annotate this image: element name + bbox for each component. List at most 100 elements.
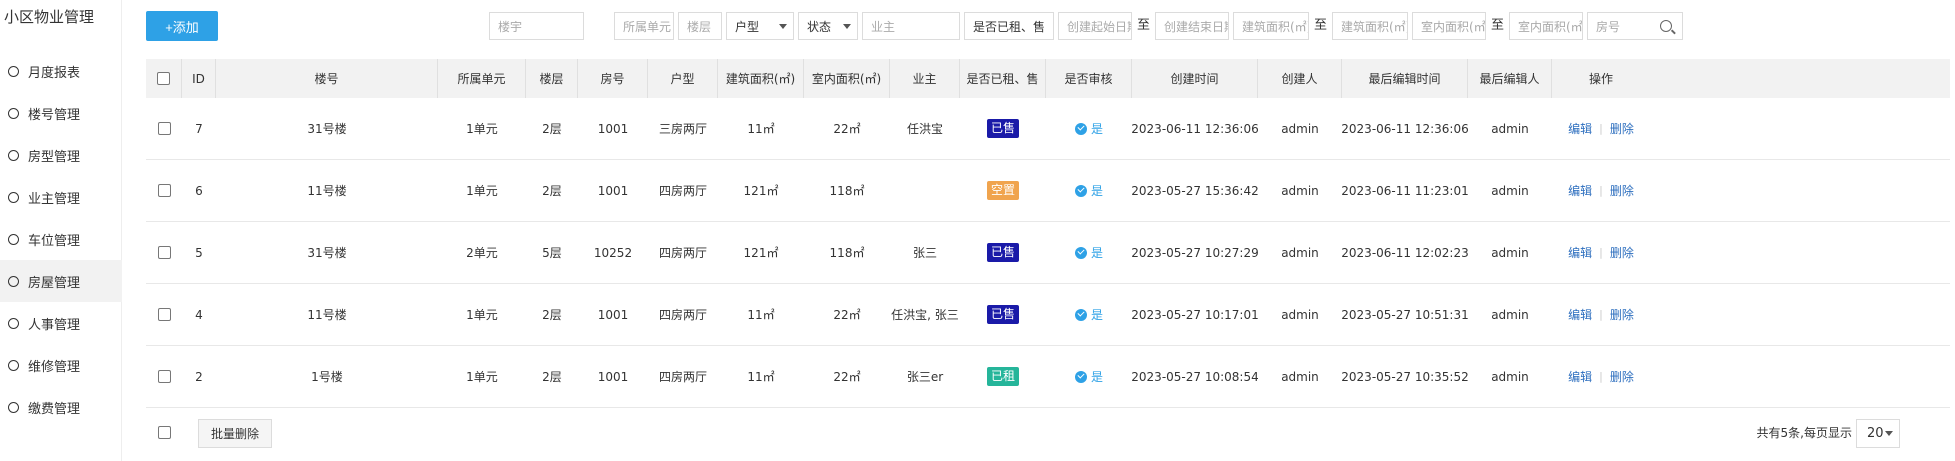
cell-creator: admin bbox=[1258, 160, 1342, 221]
main-content: +添加 楼宇 所属单元 楼层 户型 状态 业主 是否已租、售 创建起始日期 至 … bbox=[122, 0, 1955, 461]
cell-unit-text: 2单元 bbox=[466, 246, 498, 260]
row-select-cell bbox=[146, 346, 182, 407]
row-checkbox[interactable] bbox=[157, 184, 171, 197]
sidebar-item-house-type[interactable]: 房型管理 bbox=[0, 134, 122, 176]
cell-inner-area: 22㎡ bbox=[804, 284, 890, 345]
batch-delete-button[interactable]: 批量删除 bbox=[198, 419, 273, 448]
cell-type: 四房两厅 bbox=[648, 346, 718, 407]
sidebar-item-repair[interactable]: 维修管理 bbox=[0, 344, 122, 386]
action-separator: | bbox=[1599, 184, 1603, 197]
cell-room: 1001 bbox=[578, 284, 648, 345]
sidebar-item-label: 维修管理 bbox=[28, 359, 81, 375]
delete-link[interactable]: 删除 bbox=[1610, 182, 1634, 199]
rent-sale-select[interactable]: 是否已租、售 bbox=[964, 12, 1054, 40]
cell-actions: 编辑 | 删除 bbox=[1552, 346, 1650, 407]
row-checkbox[interactable] bbox=[157, 246, 171, 259]
action-separator: | bbox=[1599, 308, 1603, 321]
cell-creator: admin bbox=[1258, 284, 1342, 345]
cell-actions: 编辑 | 删除 bbox=[1552, 222, 1650, 283]
row-checkbox[interactable] bbox=[157, 370, 171, 383]
row-select-cell bbox=[146, 98, 182, 159]
sidebar-item-label: 业主管理 bbox=[28, 191, 81, 207]
select-all-checkbox[interactable] bbox=[157, 72, 170, 85]
edit-link[interactable]: 编辑 bbox=[1568, 182, 1592, 199]
audit-status: 是 bbox=[1074, 244, 1103, 261]
delete-link[interactable]: 删除 bbox=[1610, 244, 1634, 261]
status-select[interactable]: 状态 bbox=[798, 12, 858, 40]
column-header: 楼层 bbox=[526, 59, 578, 98]
cell-id: 2 bbox=[182, 346, 216, 407]
column-header: 创建人 bbox=[1258, 59, 1342, 98]
page-size-select[interactable]: 20 bbox=[1856, 419, 1900, 448]
circle-icon bbox=[8, 359, 19, 371]
cell-type-text: 四房两厅 bbox=[658, 246, 707, 260]
cell-id: 5 bbox=[182, 222, 216, 283]
owner-filter-input[interactable]: 业主 bbox=[862, 12, 960, 40]
build-area-min-input[interactable]: 建筑面积(㎡) bbox=[1233, 12, 1309, 40]
circle-icon bbox=[8, 191, 19, 203]
circle-icon bbox=[8, 149, 19, 161]
sidebar-item-payment[interactable]: 缴费管理 bbox=[0, 386, 122, 428]
table-header: ID 楼号 所属单元 楼层 房号 户型 建筑面积(㎡) 室内面积(㎡) 业主 是… bbox=[146, 59, 1950, 98]
cell-owner: 任洪宝 bbox=[890, 98, 960, 159]
cell-floor: 2层 bbox=[526, 98, 578, 159]
cell-floor: 2层 bbox=[526, 346, 578, 407]
create-end-date-input[interactable]: 创建结束日期 bbox=[1155, 12, 1229, 40]
cell-type-text: 四房两厅 bbox=[658, 184, 707, 198]
edit-link[interactable]: 编辑 bbox=[1568, 306, 1592, 323]
sidebar-item-monthly-report[interactable]: 月度报表 bbox=[0, 50, 122, 92]
room-no-search-input[interactable]: 房号 bbox=[1587, 12, 1683, 40]
delete-link[interactable]: 删除 bbox=[1610, 306, 1634, 323]
cell-building: 1号楼 bbox=[216, 346, 438, 407]
add-button[interactable]: +添加 bbox=[146, 11, 218, 41]
cell-inner-area: 22㎡ bbox=[804, 346, 890, 407]
inner-area-max-input[interactable]: 室内面积(㎡) bbox=[1509, 12, 1583, 40]
floor-filter-input[interactable]: 楼层 bbox=[678, 12, 722, 40]
audit-status-text: 是 bbox=[1090, 122, 1103, 136]
sidebar-item-house[interactable]: 房屋管理 bbox=[0, 260, 122, 302]
sidebar-item-building[interactable]: 楼号管理 bbox=[0, 92, 122, 134]
audit-status: 是 bbox=[1074, 368, 1103, 385]
delete-link[interactable]: 删除 bbox=[1610, 120, 1634, 137]
sidebar-item-parking[interactable]: 车位管理 bbox=[0, 218, 122, 260]
cell-room-text: 1001 bbox=[597, 121, 629, 136]
sidebar-item-label: 人事管理 bbox=[28, 317, 81, 333]
cell-floor: 2层 bbox=[526, 284, 578, 345]
cell-status: 已售 bbox=[960, 222, 1046, 283]
sidebar-item-owner[interactable]: 业主管理 bbox=[0, 176, 122, 218]
building-filter-input[interactable]: 楼宇 bbox=[489, 12, 584, 40]
cell-editor: admin bbox=[1468, 346, 1552, 407]
cell-edited: 2023-05-27 10:35:52 bbox=[1342, 346, 1468, 407]
circle-icon bbox=[8, 233, 19, 245]
cell-room-text: 1001 bbox=[597, 183, 629, 198]
sidebar-item-personnel[interactable]: 人事管理 bbox=[0, 302, 122, 344]
audit-status: 是 bbox=[1074, 182, 1103, 199]
circle-icon bbox=[8, 401, 19, 413]
unit-filter-input[interactable]: 所属单元 bbox=[614, 12, 674, 40]
edit-link[interactable]: 编辑 bbox=[1568, 368, 1592, 385]
column-header: ID bbox=[182, 59, 216, 98]
cell-inner-area-text: 22㎡ bbox=[833, 308, 861, 322]
column-header: 是否已租、售 bbox=[960, 59, 1046, 98]
house-type-select-value: 户型 bbox=[735, 19, 760, 34]
footer-select-all-checkbox[interactable] bbox=[158, 426, 171, 439]
sidebar-item-label: 缴费管理 bbox=[28, 401, 81, 417]
create-start-date-input[interactable]: 创建起始日期 bbox=[1058, 12, 1132, 40]
cell-building: 31号楼 bbox=[216, 98, 438, 159]
row-checkbox[interactable] bbox=[157, 308, 171, 321]
delete-link[interactable]: 删除 bbox=[1610, 368, 1634, 385]
status-badge: 已售 bbox=[986, 305, 1019, 324]
search-icon[interactable] bbox=[1660, 20, 1672, 32]
app-brand: 小区物业管理 bbox=[4, 8, 95, 26]
row-checkbox[interactable] bbox=[157, 122, 171, 135]
page-size-value: 20 bbox=[1867, 426, 1884, 441]
edit-link[interactable]: 编辑 bbox=[1568, 244, 1592, 261]
house-type-select[interactable]: 户型 bbox=[726, 12, 794, 40]
build-area-max-input[interactable]: 建筑面积(㎡) bbox=[1332, 12, 1408, 40]
circle-icon bbox=[8, 107, 19, 119]
inner-area-min-input[interactable]: 室内面积(㎡) bbox=[1412, 12, 1486, 40]
cell-build-area-text: 11㎡ bbox=[747, 370, 775, 384]
edit-link[interactable]: 编辑 bbox=[1568, 120, 1592, 137]
cell-edited: 2023-05-27 10:51:31 bbox=[1342, 284, 1468, 345]
row-actions: 编辑 | 删除 bbox=[1568, 306, 1634, 323]
